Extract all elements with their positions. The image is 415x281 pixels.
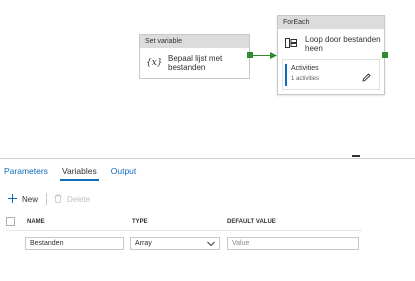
activity-type-label: Set variable bbox=[140, 35, 249, 48]
panel-divider bbox=[0, 158, 415, 159]
chevron-down-icon bbox=[207, 240, 215, 251]
select-all-checkbox[interactable] bbox=[6, 217, 15, 226]
activities-accent-bar bbox=[285, 64, 287, 86]
tab-output[interactable]: Output bbox=[107, 160, 141, 182]
tab-parameters[interactable]: Parameters bbox=[0, 160, 52, 182]
foreach-activity[interactable]: ForEach Loop door bestanden heen Activit… bbox=[277, 15, 385, 95]
tab-variables[interactable]: Variables bbox=[58, 160, 101, 182]
column-header-type: TYPE bbox=[132, 218, 148, 225]
delete-button[interactable]: Delete bbox=[54, 193, 91, 205]
toolbar-separator bbox=[46, 193, 48, 205]
panel-resize-handle[interactable] bbox=[352, 155, 360, 157]
pipeline-canvas[interactable]: Set variable {x} Bepaal lijst met bestan… bbox=[0, 0, 415, 150]
set-variable-activity[interactable]: Set variable {x} Bepaal lijst met bestan… bbox=[139, 34, 250, 79]
foreach-activities-box[interactable]: Activities 1 activities bbox=[282, 59, 380, 90]
trash-icon bbox=[54, 193, 62, 205]
variable-type-select[interactable]: Array bbox=[130, 237, 220, 250]
column-header-name: NAME bbox=[27, 218, 45, 225]
default-value-field[interactable]: Value bbox=[227, 237, 359, 250]
table-header: NAME TYPE DEFAULT VALUE bbox=[6, 213, 362, 231]
connector-arrow-icon bbox=[270, 52, 277, 59]
activities-label: Activities bbox=[291, 65, 319, 72]
properties-tabs: Parameters Variables Output bbox=[0, 160, 146, 182]
activity-name: Loop door bestanden heen bbox=[305, 35, 381, 53]
foreach-icon bbox=[285, 35, 297, 53]
foreach-output-handle[interactable] bbox=[382, 52, 388, 58]
edit-pencil-icon[interactable] bbox=[362, 69, 371, 87]
variable-name-field[interactable]: Bestanden bbox=[25, 237, 124, 250]
activities-count: 1 activities bbox=[291, 76, 320, 82]
plus-icon bbox=[8, 193, 17, 205]
variable-type-value: Array bbox=[135, 240, 152, 247]
activity-type-label: ForEach bbox=[278, 16, 384, 29]
table-row: Bestanden Array Value bbox=[6, 231, 362, 253]
new-button[interactable]: New bbox=[8, 193, 39, 205]
delete-button-label: Delete bbox=[67, 194, 91, 204]
variables-table: NAME TYPE DEFAULT VALUE Bestanden Array … bbox=[6, 213, 362, 253]
column-header-default: DEFAULT VALUE bbox=[227, 218, 276, 225]
activity-name: Bepaal lijst met bestanden bbox=[168, 54, 223, 72]
variable-icon: {x} bbox=[146, 58, 163, 68]
new-button-label: New bbox=[22, 194, 39, 204]
variables-toolbar: New Delete bbox=[8, 192, 90, 206]
